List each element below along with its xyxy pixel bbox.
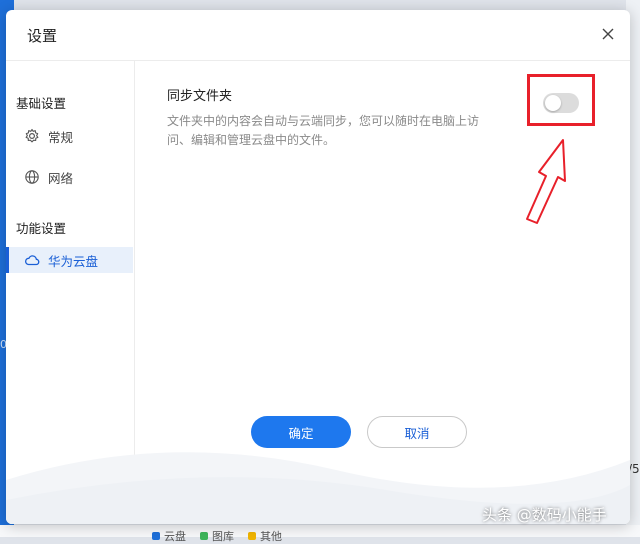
dialog-titlebar: 设置 bbox=[6, 10, 630, 61]
dialog-title: 设置 bbox=[27, 27, 58, 45]
sidebar-item-label: 华为云盘 bbox=[48, 253, 99, 269]
sidebar-item-huawei-cloud[interactable]: 华为云盘 bbox=[6, 247, 133, 273]
sidebar-item-label: 常规 bbox=[48, 129, 74, 145]
legend-swatch bbox=[248, 532, 256, 540]
close-icon[interactable] bbox=[598, 24, 618, 44]
legend-label: 图库 bbox=[212, 530, 234, 543]
ok-button[interactable]: 确定 bbox=[251, 416, 351, 448]
cloud-icon bbox=[24, 252, 40, 268]
setting-title: 同步文件夹 bbox=[167, 89, 233, 104]
legend-item: 其他 bbox=[248, 528, 282, 544]
annotation-highlight-box bbox=[527, 74, 595, 126]
gear-icon bbox=[24, 128, 40, 144]
legend-label: 其他 bbox=[260, 530, 282, 543]
watermark: 头条 @数码小能手 bbox=[482, 506, 607, 524]
sidebar-item-label: 网络 bbox=[48, 170, 74, 186]
globe-icon bbox=[24, 169, 40, 185]
group-label-basic: 基础设置 bbox=[16, 96, 67, 111]
group-label-features: 功能设置 bbox=[16, 221, 67, 236]
legend-item: 云盘 bbox=[152, 528, 186, 544]
cancel-button[interactable]: 取消 bbox=[367, 416, 467, 448]
legend-swatch bbox=[200, 532, 208, 540]
sidebar-item-general[interactable]: 常规 bbox=[6, 123, 133, 149]
settings-dialog: 设置 基础设置 常规 网络 功能设置 华为云盘 同步文件夹 文件夹中的内容会自动… bbox=[6, 10, 630, 524]
storage-legend: 云盘 图库 其他 bbox=[152, 528, 282, 544]
legend-label: 云盘 bbox=[164, 530, 186, 543]
legend-item: 图库 bbox=[200, 528, 234, 544]
settings-sidebar: 基础设置 常规 网络 功能设置 华为云盘 bbox=[6, 61, 135, 524]
settings-content: 同步文件夹 文件夹中的内容会自动与云端同步，您可以随时在电脑上访问、编辑和管理云… bbox=[135, 61, 630, 524]
setting-description: 文件夹中的内容会自动与云端同步，您可以随时在电脑上访问、编辑和管理云盘中的文件。 bbox=[167, 114, 480, 147]
legend-swatch bbox=[152, 532, 160, 540]
background-footer bbox=[0, 525, 640, 537]
sidebar-item-network[interactable]: 网络 bbox=[6, 164, 133, 190]
